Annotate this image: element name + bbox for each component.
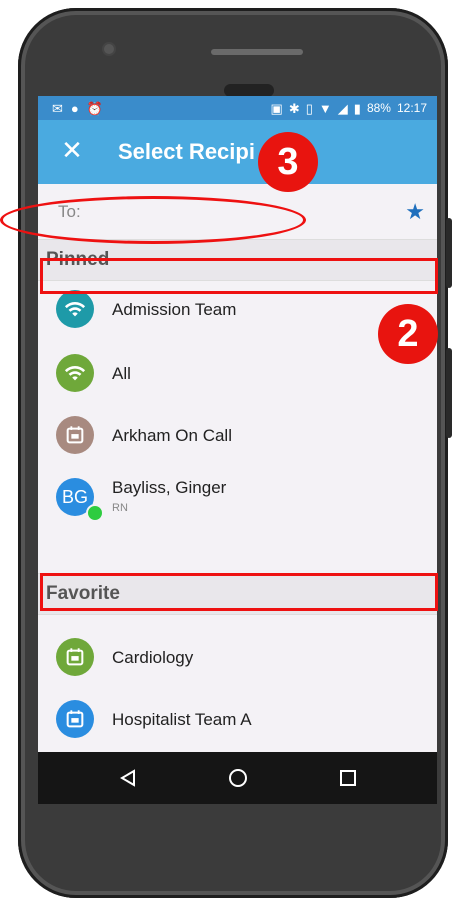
list-item-arkham-on-call[interactable]: Arkham On Call — [38, 406, 437, 466]
list-item-hospitalist-team-a[interactable]: Hospitalist Team A — [38, 690, 437, 750]
bluetooth-icon: ✱ — [288, 100, 300, 116]
signal-icon: ◢ — [337, 100, 348, 116]
notification-icon: ✉ — [52, 100, 63, 116]
item-name: Bayliss, Ginger — [112, 478, 227, 497]
recents-icon[interactable] — [332, 762, 364, 794]
item-name: Cardiology — [112, 648, 194, 667]
presence-indicator — [86, 504, 104, 522]
page-title: Select Recipi — [118, 139, 255, 164]
item-subtitle: RN — [112, 502, 128, 514]
calendar-icon — [56, 416, 94, 454]
item-name: Admission Team — [112, 300, 237, 319]
android-icon: ● — [70, 100, 79, 116]
item-name: Arkham On Call — [112, 426, 232, 445]
wifi-icon — [56, 290, 94, 328]
app-bar: ✕ Select Recipi — [38, 120, 437, 184]
side-button-top — [446, 218, 452, 288]
battery-icon: ▮ — [353, 100, 361, 116]
calendar-icon — [56, 638, 94, 676]
vibrate-icon: ▯ — [305, 100, 313, 116]
list-item-all[interactable]: All — [38, 344, 437, 404]
front-camera — [104, 44, 114, 54]
pinned-highlight — [40, 258, 438, 294]
step-badge-2: 2 — [378, 304, 438, 364]
star-icon[interactable]: ★ — [405, 199, 425, 225]
nfc-icon: ▣ — [270, 100, 283, 116]
battery-level: 88% — [366, 101, 391, 115]
favorite-highlight — [40, 573, 438, 611]
speaker-grille — [211, 49, 303, 55]
calendar-icon — [56, 700, 94, 738]
item-name: All — [112, 364, 131, 383]
home-icon[interactable] — [222, 762, 254, 794]
wifi-icon — [56, 354, 94, 392]
alarm-icon: ⏰ — [86, 100, 103, 116]
list-item-cardiology[interactable]: Cardiology — [38, 628, 437, 688]
step-badge-3: 3 — [258, 132, 318, 192]
back-icon[interactable] — [112, 762, 144, 794]
navigation-bar — [38, 752, 437, 804]
list-item-bayliss-ginger[interactable]: BG Bayliss, Ginger RN — [38, 468, 437, 528]
status-bar: ✉ ● ⏰ ▣ ✱ ▯ ▼ ◢ ▮ 88% 12:17 — [38, 96, 437, 120]
close-icon[interactable]: ✕ — [58, 136, 86, 164]
side-button-bottom — [446, 348, 452, 438]
to-field-highlight — [0, 196, 306, 244]
clock: 12:17 — [396, 101, 427, 115]
item-name: Hospitalist Team A — [112, 710, 252, 729]
wifi-status-icon: ▼ — [318, 100, 332, 116]
